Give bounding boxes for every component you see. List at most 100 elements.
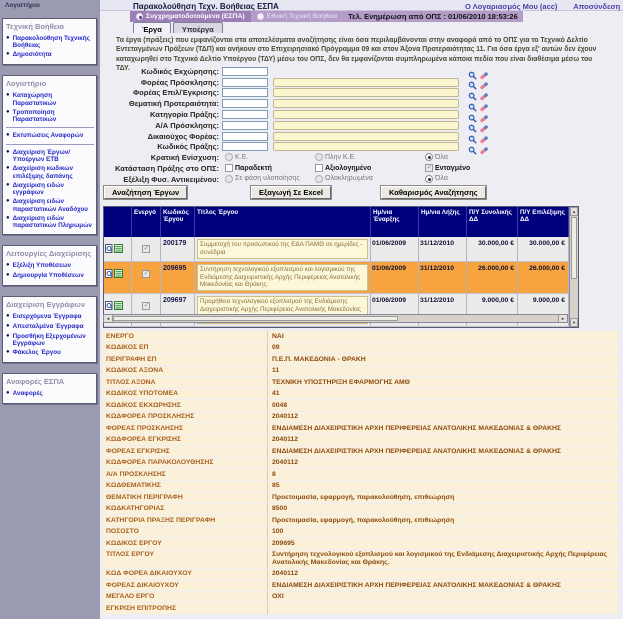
table-row[interactable]: 200179Συμμετοχή του προσωπικού της ΕΔΑ Π… [104,237,569,262]
field-code-input[interactable] [222,121,268,130]
radio-icon[interactable] [315,153,323,161]
field-description-input[interactable] [273,99,459,108]
detail-row: ΠΕΡΙΓΡΑΦΗ ΕΠΠ.Ε.Π. ΜΑΚΕΔΟΝΙΑ - ΘΡΑΚΗ [103,354,618,365]
field-description-input[interactable] [273,142,459,151]
field-code-input[interactable] [222,142,268,151]
active-checkbox[interactable] [142,245,150,253]
field-description-input[interactable] [273,132,459,141]
export-excel-button[interactable]: Εξαγωγή Σε Excel [251,186,331,199]
radio-icon[interactable] [225,153,233,161]
radio-icon[interactable] [315,175,323,183]
preview-icon[interactable] [105,297,113,315]
radio-icon[interactable] [257,13,264,20]
horizontal-scrollbar[interactable]: ◄ ► [103,314,568,323]
grid-export-icon[interactable] [114,297,123,315]
detail-value: 2040112 [267,435,618,446]
sidebar-item[interactable]: ●Εισερχόμενα Έγγραφα [6,312,94,322]
field-label: Κρατική Ενίσχυση: [100,153,222,162]
sidebar-item[interactable]: ●Αναφορές [6,389,94,399]
sidebar-item[interactable]: ●Απεσταλμένα Έγγραφα [6,322,94,332]
project-code-cell: 209695 [161,262,195,294]
option-radio[interactable]: Σε φάση υλοποίησης [225,175,300,183]
sidebar-item[interactable]: ●Παρακολούθηση Τεχνικής Βοήθειας [6,34,94,50]
checkbox-icon[interactable] [225,164,233,172]
vertical-scrollbar[interactable]: ▲ ▼ [569,207,578,327]
my-account-link[interactable]: Ο Λογαριασμός Μου (acc) [465,2,557,11]
detail-label: ΚΩΔ ΦΟΡΕΑ ΔΙΚΑΙΟΥΧΟΥ [103,569,267,580]
preview-icon[interactable] [105,240,113,258]
sidebar-item[interactable]: ●Διαχείριση κωδικών επιλέξιμης δαπάνης [6,164,94,180]
sidebar-item[interactable]: ●Διαχείριση ειδών εγγράφων [6,181,94,197]
detail-value: 2040112 [267,569,618,580]
sidebar-item[interactable]: ●Διαχείριση Έργων/Υποέργων ΕΤΒ [6,148,94,164]
option-checkbox[interactable]: Παραδεκτή [225,164,272,172]
search-form-fields: Κωδικός Εκχώρησης:Φορέας Πρόσκλησης:Φορέ… [100,66,623,152]
bullet-icon: ● [6,149,10,163]
sidebar-item[interactable]: ●Προσθήκη Εξερχομένων Εγγράφων [6,332,94,348]
radio-icon[interactable] [136,13,143,20]
sidebar-item[interactable]: ●Διαχείριση ειδών παραστατικών Πληρωμών [6,214,94,230]
table-row[interactable]: 209695Συντήρηση τεχνολογικού εξοπλισμού … [104,262,569,295]
mode-option-label: Εθνική Τεχνική Βοήθεια [267,13,338,20]
radio-icon[interactable] [425,153,433,161]
option-radio[interactable]: Όλα [425,175,448,183]
field-description-input[interactable] [273,110,459,119]
bullet-icon: ● [6,51,10,59]
option-checkbox[interactable]: Αξιολογημένο [315,164,371,172]
scrollbar-thumb[interactable] [571,217,577,279]
sidebar-item[interactable]: ●Εξέλιξη Υποθέσεων [6,261,94,271]
detail-row: ΕΝΕΡΓΟΝΑΙ [103,331,618,342]
sidebar-item[interactable]: ●Δημοσιότητα [6,50,94,60]
option-checkbox[interactable]: Ενταγμένο [425,164,470,172]
end-date-cell: 31/12/2010 [419,262,467,294]
active-checkbox[interactable] [142,270,150,278]
grid-export-icon[interactable] [114,240,123,258]
option-radio[interactable]: Ολοκληρωμένα [315,175,373,183]
detail-value: 41 [267,389,618,400]
sidebar-item[interactable]: ●Τροποποίηση Παραστατικών [6,108,94,124]
scrollbar-track[interactable] [398,315,558,322]
tab-ypoerga[interactable]: Υποέργα [173,22,223,33]
scroll-left-icon[interactable]: ◄ [104,315,113,322]
active-checkbox[interactable] [142,302,150,310]
sidebar-item[interactable]: ●Φάκελος Έργου [6,348,94,358]
mode-option-cofinanced[interactable]: Συγχρηματοδοτούμενα (ΕΣΠΑ) [130,11,251,22]
radio-icon[interactable] [425,175,433,183]
scroll-right-icon[interactable]: ► [558,315,567,322]
detail-row: ΦΟΡΕΑΣ ΠΡΟΣΚΛΗΣΗΣΕΝΔΙΑΜΕΣΗ ΔΙΑΧΕΙΡΙΣΤΙΚΗ… [103,423,618,434]
field-code-input[interactable] [222,132,268,141]
clear-search-button[interactable]: Καθαρισμός Αναζήτησης [381,186,486,199]
sidebar-item-label: Διαχείριση Έργων/Υποέργων ΕΤΒ [13,149,94,163]
sidebar-item[interactable]: ●Δημιουργία Υποθέσεων [6,271,94,281]
logout-link[interactable]: Αποσύνδεση [573,2,620,11]
scroll-up-icon[interactable]: ▲ [570,207,578,216]
field-code-input[interactable] [222,78,268,87]
scroll-down-icon[interactable]: ▼ [570,318,578,327]
option-label: Πλην Κ.Ε. [325,154,356,161]
field-code-input[interactable] [222,99,268,108]
option-radio[interactable]: Πλην Κ.Ε. [315,153,356,161]
field-code-input[interactable] [222,110,268,119]
field-description-input[interactable] [273,78,459,87]
search-projects-button[interactable]: Αναζήτηση Έργων [104,186,187,199]
option-radio[interactable]: Όλα [425,153,448,161]
sidebar-section-title: Τεχνική Βοήθεια [6,21,94,34]
field-code-input[interactable] [222,67,268,76]
field-description-input[interactable] [273,121,459,130]
sidebar-item[interactable]: ●Καταχώρηση Παραστατικών [6,91,94,107]
sidebar-item[interactable]: ●Εκτυπώσεις Αναφορών [6,131,94,141]
preview-icon[interactable] [105,265,113,283]
field-code-input[interactable] [222,88,268,97]
checkbox-icon[interactable] [425,164,433,172]
option-radio[interactable]: Κ.Ε. [225,153,248,161]
radio-icon[interactable] [225,175,233,183]
scrollbar-thumb[interactable] [113,316,398,321]
field-description-input[interactable] [273,88,459,97]
grid-export-icon[interactable] [114,265,123,283]
detail-row: ΠΟΣΟΣΤΟ100 [103,527,618,538]
checkbox-icon[interactable] [315,164,323,172]
mode-option-national[interactable]: Εθνική Τεχνική Βοήθεια [251,11,344,22]
project-title-text: Συμμετοχή του προσωπικού της ΕΔΑ ΠΑΜΘ σε… [197,239,368,259]
sidebar-item[interactable]: ●Διαχείριση ειδών παραστατικών Αναδόχου [6,197,94,213]
tab-erga[interactable]: Έργα [133,22,171,33]
